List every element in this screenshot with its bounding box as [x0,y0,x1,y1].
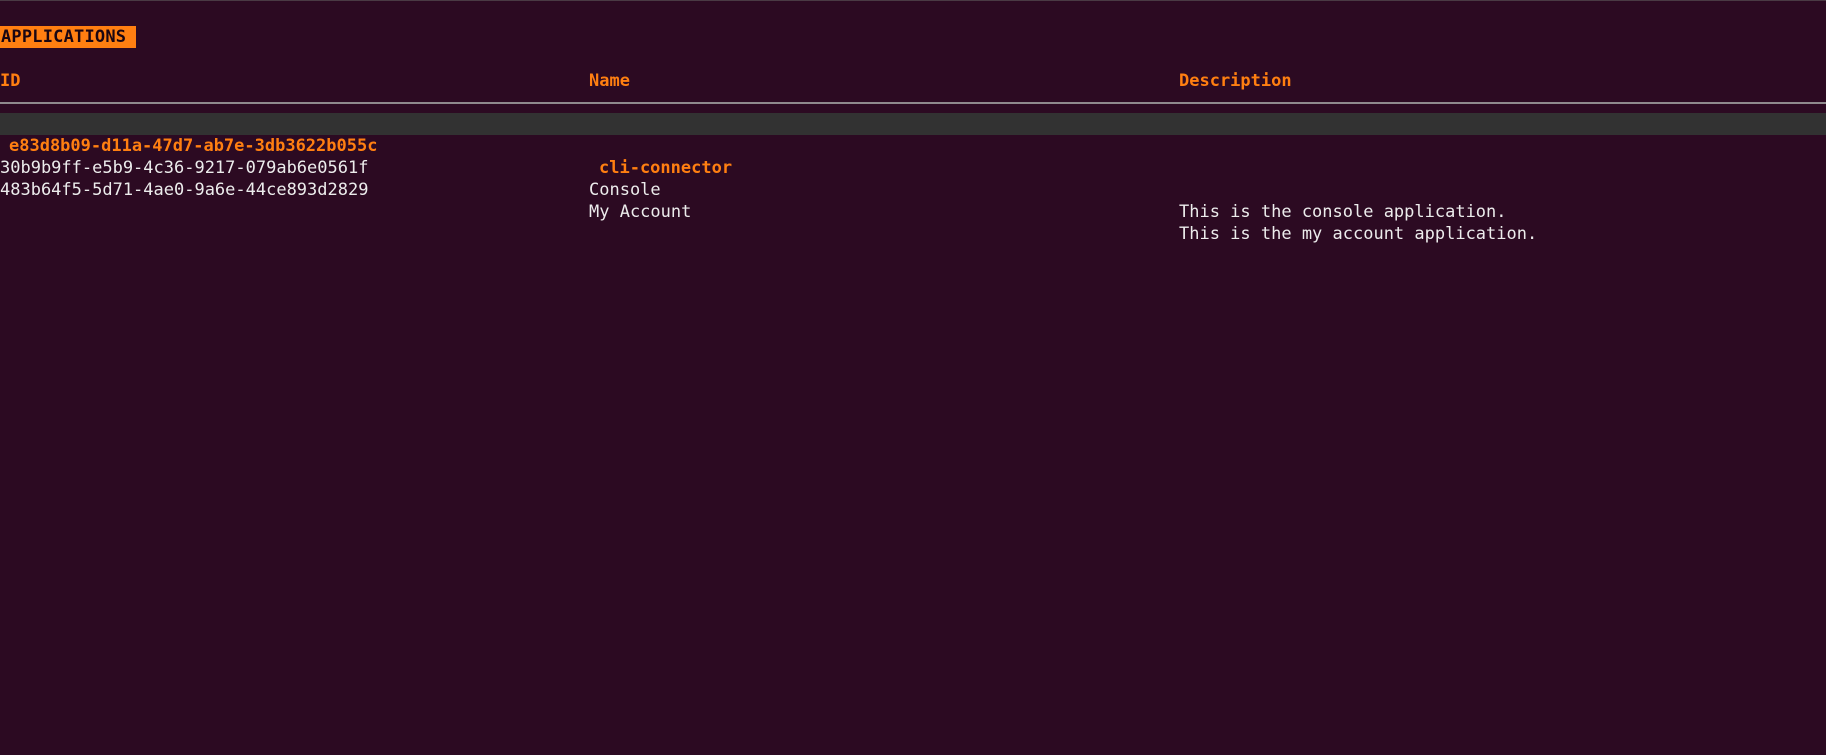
table-header: ID Name Description [0,70,1826,92]
header-divider [0,102,1826,104]
window-top-border [0,0,1826,1]
table-row[interactable]: 30b9b9ff-e5b9-4c36-9217-079ab6e0561f Con… [0,135,1826,222]
row-description-cell: This is the console application. [1179,202,1507,222]
row-id-cell: 483b64f5-5d71-4ae0-9a6e-44ce893d2829 [0,180,369,200]
column-header-description[interactable]: Description [1179,70,1292,92]
table-row[interactable]: 483b64f5-5d71-4ae0-9a6e-44ce893d2829 My … [0,157,1826,244]
column-header-id[interactable]: ID [0,70,20,92]
row-name-cell: Console [589,180,661,200]
panel-title: APPLICATIONS [0,26,137,48]
column-header-name[interactable]: Name [589,70,630,92]
row-name-cell: My Account [589,202,692,222]
table-row-selected[interactable]: e83d8b09-d11a-47d7-ab7e-3db3622b055c cli… [0,113,1826,178]
row-description-cell: This is the my account application. [1179,224,1538,244]
